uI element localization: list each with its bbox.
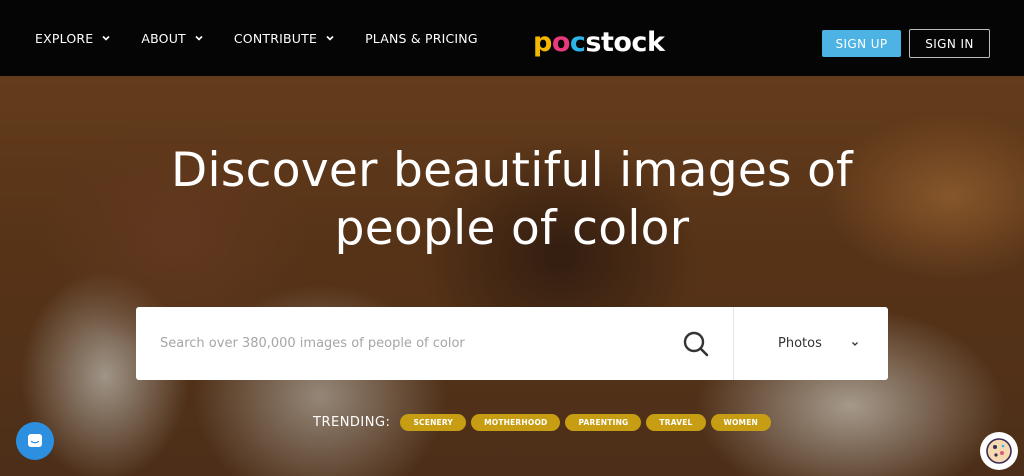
chevron-down-icon <box>326 35 334 41</box>
nav-about[interactable]: ABOUT <box>141 31 204 46</box>
trending-tag-travel[interactable]: TRAVEL <box>646 413 706 431</box>
chevron-down-icon <box>852 342 858 346</box>
nav-about-label: ABOUT <box>141 30 186 46</box>
chevron-down-icon <box>195 35 203 41</box>
search-bar: Photos <box>136 307 888 380</box>
nav-plans-pricing-label: PLANS & PRICING <box>365 30 478 46</box>
top-navbar: EXPLORE ABOUT CONTRIBUTE PLANS & PRICING… <box>0 0 1024 76</box>
trending-tag-scenery[interactable]: SCENERY <box>400 413 467 431</box>
cookie-settings-button[interactable] <box>980 432 1018 470</box>
chat-icon <box>28 434 42 447</box>
nav-explore-label: EXPLORE <box>35 30 94 46</box>
chat-launcher-button[interactable] <box>16 422 54 460</box>
hero-section: Discover beautiful images of people of c… <box>0 76 1024 476</box>
sign-up-button[interactable]: SIGN UP <box>822 30 901 57</box>
trending-tags: TRENDING: SCENERY MOTHERHOOD PARENTING T… <box>313 412 776 432</box>
trending-tag-parenting[interactable]: PARENTING <box>565 413 642 431</box>
trending-tag-women[interactable]: WOMEN <box>710 413 772 431</box>
logo-letter-o: o <box>551 26 571 58</box>
nav-contribute[interactable]: CONTRIBUTE <box>234 31 335 46</box>
nav-explore[interactable]: EXPLORE <box>35 31 111 46</box>
logo-wordmark-stock: stock <box>585 26 665 58</box>
hero-title-line-1: Discover beautiful images of <box>170 143 853 198</box>
search-type-select[interactable]: Photos <box>734 307 888 380</box>
chevron-down-icon <box>102 35 110 41</box>
trending-tag-motherhood[interactable]: MOTHERHOOD <box>471 413 561 431</box>
logo-letter-c: c <box>569 26 586 58</box>
hero-title-line-2: people of color <box>334 201 690 256</box>
brand-logo[interactable]: p o c stock <box>533 26 665 58</box>
search-input[interactable] <box>136 307 676 380</box>
hero-title: Discover beautiful images of people of c… <box>0 142 1024 258</box>
cookie-icon <box>986 438 1012 464</box>
main-nav: EXPLORE ABOUT CONTRIBUTE PLANS & PRICING <box>35 0 478 76</box>
search-icon[interactable] <box>681 329 711 359</box>
logo-letter-p: p <box>533 26 552 58</box>
trending-label: TRENDING: <box>313 414 391 430</box>
nav-plans-pricing[interactable]: PLANS & PRICING <box>365 31 478 46</box>
nav-contribute-label: CONTRIBUTE <box>233 30 318 46</box>
search-type-label: Photos <box>778 336 822 351</box>
sign-in-button[interactable]: SIGN IN <box>909 29 990 58</box>
